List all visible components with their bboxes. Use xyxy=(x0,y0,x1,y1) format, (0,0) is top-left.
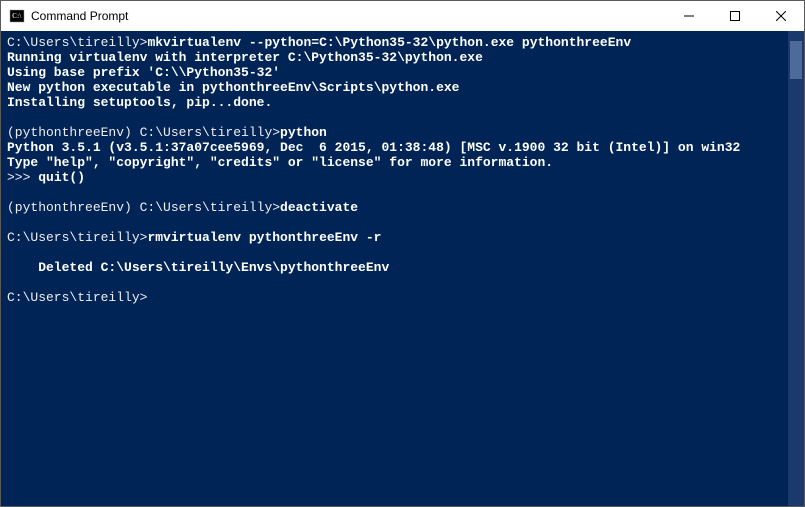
svg-text:C:\: C:\ xyxy=(12,12,22,20)
terminal-line: New python executable in pythonthreeEnv\… xyxy=(7,80,782,95)
terminal-line: (pythonthreeEnv) C:\Users\tireilly>deact… xyxy=(7,200,782,215)
terminal-line xyxy=(7,215,782,230)
close-button[interactable] xyxy=(758,1,804,31)
terminal-line: C:\Users\tireilly>mkvirtualenv --python=… xyxy=(7,35,782,50)
terminal-line xyxy=(7,185,782,200)
terminal-line: Installing setuptools, pip...done. xyxy=(7,95,782,110)
terminal-line: (pythonthreeEnv) C:\Users\tireilly>pytho… xyxy=(7,125,782,140)
terminal-output[interactable]: C:\Users\tireilly>mkvirtualenv --python=… xyxy=(1,31,788,506)
terminal-line xyxy=(7,275,782,290)
terminal-line: >>> quit() xyxy=(7,170,782,185)
terminal-line: Running virtualenv with interpreter C:\P… xyxy=(7,50,782,65)
terminal-line: Python 3.5.1 (v3.5.1:37a07cee5969, Dec 6… xyxy=(7,140,782,155)
maximize-button[interactable] xyxy=(712,1,758,31)
terminal-line: C:\Users\tireilly>rmvirtualenv pythonthr… xyxy=(7,230,782,245)
cmd-icon: C:\ xyxy=(9,8,25,24)
terminal-line: Type "help", "copyright", "credits" or "… xyxy=(7,155,782,170)
window-controls xyxy=(666,1,804,31)
terminal-line xyxy=(7,110,782,125)
titlebar[interactable]: C:\ Command Prompt xyxy=(1,1,804,31)
client-area: C:\Users\tireilly>mkvirtualenv --python=… xyxy=(1,31,804,506)
terminal-line: C:\Users\tireilly> xyxy=(7,290,782,305)
minimize-button[interactable] xyxy=(666,1,712,31)
terminal-line xyxy=(7,245,782,260)
terminal-line: Deleted C:\Users\tireilly\Envs\pythonthr… xyxy=(7,260,782,275)
window-title: Command Prompt xyxy=(31,9,666,23)
terminal-line: Using base prefix 'C:\\Python35-32' xyxy=(7,65,782,80)
window-frame: C:\ Command Prompt C:\Users\tireilly>mkv… xyxy=(0,0,805,507)
scrollbar-track[interactable] xyxy=(788,31,804,506)
scrollbar-thumb[interactable] xyxy=(790,41,802,79)
